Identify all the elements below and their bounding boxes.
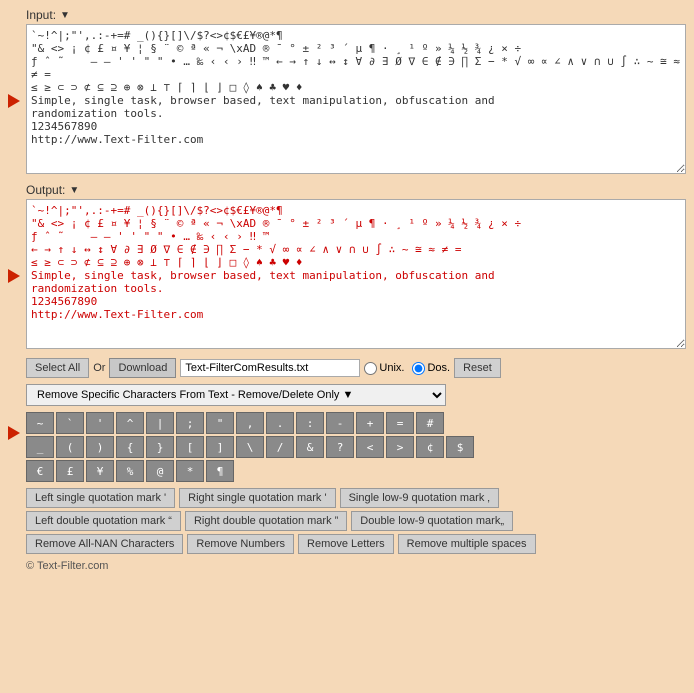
char-backslash[interactable]: \ bbox=[236, 436, 264, 458]
char-tilde[interactable]: ~ bbox=[26, 412, 54, 434]
right-double-quote-button[interactable]: Right double quotation mark ” bbox=[185, 511, 347, 531]
char-at[interactable]: @ bbox=[146, 460, 174, 482]
char-hash[interactable]: # bbox=[416, 412, 444, 434]
remove-nan-button[interactable]: Remove All-NAN Characters bbox=[26, 534, 183, 554]
char-hyphen[interactable]: - bbox=[326, 412, 354, 434]
char-slash[interactable]: / bbox=[266, 436, 294, 458]
char-row-1: ~ ` ' ^ | ; " , . : - + = # bbox=[26, 412, 686, 434]
char-underscore[interactable]: _ bbox=[26, 436, 54, 458]
output-dropdown-arrow[interactable]: ▼ bbox=[69, 185, 79, 196]
unix-radio-label[interactable]: Unix. bbox=[364, 362, 404, 375]
char-caret[interactable]: ^ bbox=[116, 412, 144, 434]
operation-dropdown[interactable]: Remove Specific Characters From Text - R… bbox=[26, 384, 446, 406]
input-label: Input: bbox=[26, 8, 56, 22]
dos-radio-label[interactable]: Dos. bbox=[412, 362, 450, 375]
char-semicolon[interactable]: ; bbox=[176, 412, 204, 434]
copyright-text: © Text-Filter.com bbox=[26, 560, 108, 572]
char-row-3: € £ ¥ % @ * ¶ bbox=[26, 460, 686, 482]
reset-button[interactable]: Reset bbox=[454, 358, 501, 378]
output-arrow-indicator bbox=[8, 269, 20, 283]
remove-spaces-button[interactable]: Remove multiple spaces bbox=[398, 534, 536, 554]
char-asterisk[interactable]: * bbox=[176, 460, 204, 482]
quotation-row-1: Left single quotation mark ' Right singl… bbox=[26, 488, 686, 508]
input-textarea[interactable] bbox=[26, 24, 686, 174]
output-label: Output: bbox=[26, 183, 65, 197]
char-cent[interactable]: ¢ bbox=[416, 436, 444, 458]
char-close-bracket[interactable]: ] bbox=[206, 436, 234, 458]
char-single-quote[interactable]: ' bbox=[86, 412, 114, 434]
char-question[interactable]: ? bbox=[326, 436, 354, 458]
char-euro[interactable]: € bbox=[26, 460, 54, 482]
char-backtick[interactable]: ` bbox=[56, 412, 84, 434]
quotation-row-2: Left double quotation mark “ Right doubl… bbox=[26, 511, 686, 531]
input-arrow-indicator bbox=[8, 94, 20, 108]
char-double-quote[interactable]: " bbox=[206, 412, 234, 434]
char-lt[interactable]: < bbox=[356, 436, 384, 458]
char-period[interactable]: . bbox=[266, 412, 294, 434]
unix-radio[interactable] bbox=[364, 362, 377, 375]
remove-letters-button[interactable]: Remove Letters bbox=[298, 534, 394, 554]
dos-radio[interactable] bbox=[412, 362, 425, 375]
filename-input[interactable] bbox=[180, 359, 360, 377]
char-plus[interactable]: + bbox=[356, 412, 384, 434]
right-single-quote-button[interactable]: Right single quotation mark ' bbox=[179, 488, 335, 508]
chars-arrow-indicator bbox=[8, 426, 20, 440]
left-single-quote-button[interactable]: Left single quotation mark ' bbox=[26, 488, 175, 508]
char-open-brace[interactable]: { bbox=[116, 436, 144, 458]
char-colon[interactable]: : bbox=[296, 412, 324, 434]
input-dropdown-arrow[interactable]: ▼ bbox=[60, 10, 70, 21]
char-close-paren[interactable]: ) bbox=[86, 436, 114, 458]
char-pilcrow[interactable]: ¶ bbox=[206, 460, 234, 482]
left-double-quote-button[interactable]: Left double quotation mark “ bbox=[26, 511, 181, 531]
char-open-paren[interactable]: ( bbox=[56, 436, 84, 458]
double-low9-quote-button[interactable]: Double low-9 quotation mark„ bbox=[351, 511, 513, 531]
or-text: Or bbox=[93, 362, 105, 374]
char-gt[interactable]: > bbox=[386, 436, 414, 458]
char-dollar[interactable]: $ bbox=[446, 436, 474, 458]
single-low9-quote-button[interactable]: Single low-9 quotation mark ‚ bbox=[340, 488, 499, 508]
char-percent[interactable]: % bbox=[116, 460, 144, 482]
char-open-bracket[interactable]: [ bbox=[176, 436, 204, 458]
action-row: Remove All-NAN Characters Remove Numbers… bbox=[26, 534, 686, 554]
remove-numbers-button[interactable]: Remove Numbers bbox=[187, 534, 294, 554]
select-all-button[interactable]: Select All bbox=[26, 358, 89, 378]
output-textarea[interactable] bbox=[26, 199, 686, 349]
char-close-brace[interactable]: } bbox=[146, 436, 174, 458]
download-button[interactable]: Download bbox=[109, 358, 176, 378]
char-pipe[interactable]: | bbox=[146, 412, 174, 434]
char-equals[interactable]: = bbox=[386, 412, 414, 434]
char-pound[interactable]: £ bbox=[56, 460, 84, 482]
char-ampersand[interactable]: & bbox=[296, 436, 324, 458]
char-comma[interactable]: , bbox=[236, 412, 264, 434]
char-yen[interactable]: ¥ bbox=[86, 460, 114, 482]
char-row-2: _ ( ) { } [ ] \ / & ? < > ¢ $ bbox=[26, 436, 686, 458]
